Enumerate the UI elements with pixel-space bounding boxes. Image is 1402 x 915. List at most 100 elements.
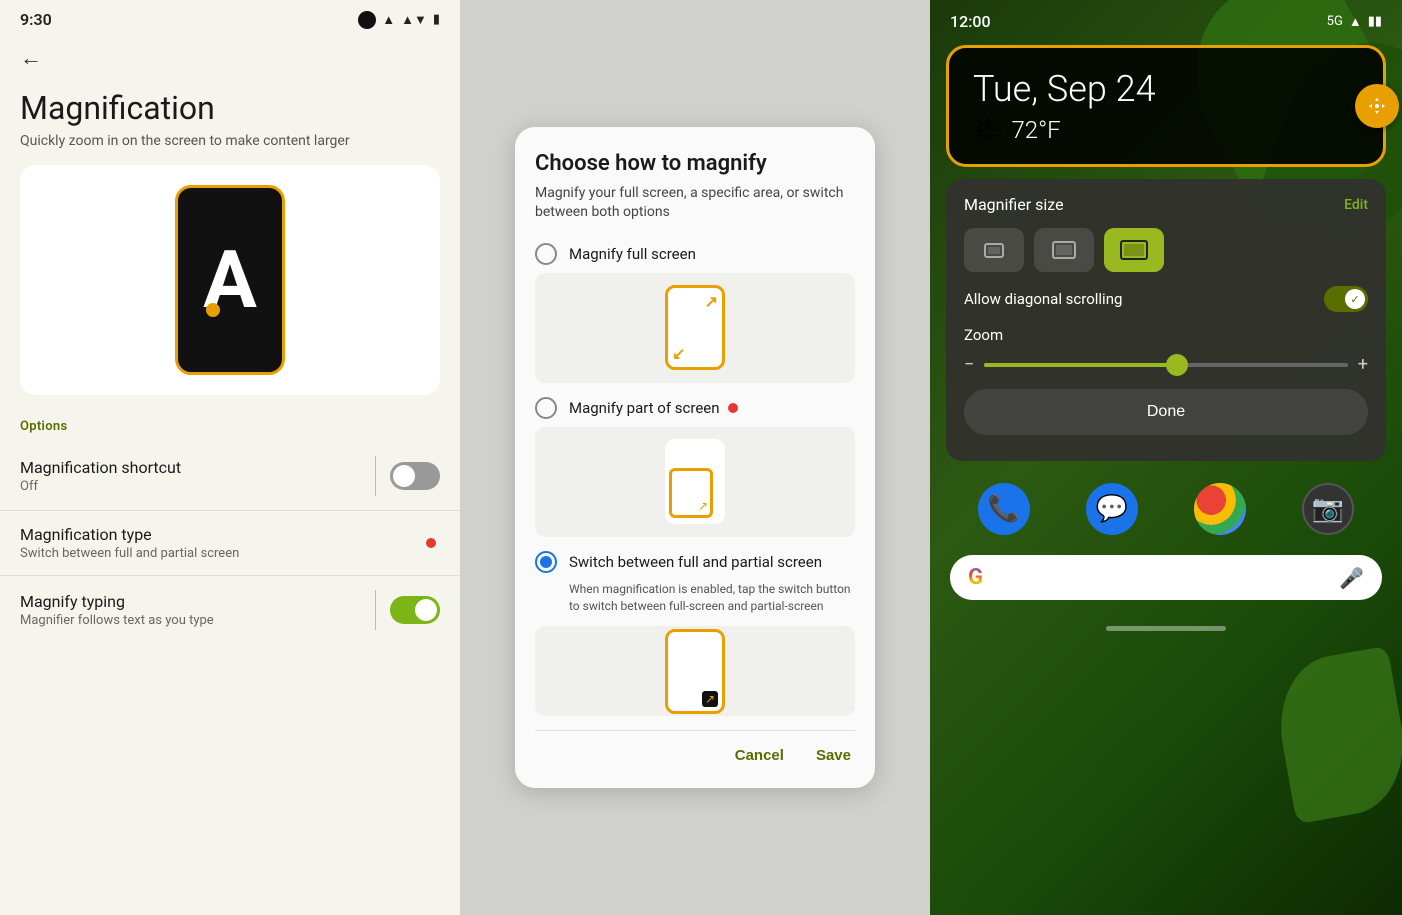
setting-row-type[interactable]: Magnification type Switch between full a…: [0, 510, 460, 575]
size-options: [964, 228, 1368, 272]
toggle-typing[interactable]: [390, 596, 440, 624]
phone-time: 12:00: [950, 12, 991, 31]
setting-text-shortcut: Magnification shortcut Off: [20, 458, 361, 494]
zoom-row: Zoom − +: [964, 326, 1368, 375]
settings-panel: 9:30 ▲ ▲▼ ▮ ← Magnification Quickly zoom…: [0, 0, 460, 915]
magnifier-edit[interactable]: Edit: [1344, 197, 1368, 213]
radio-full[interactable]: [535, 243, 557, 265]
switch-icon: ↗: [702, 691, 718, 707]
size-medium-btn[interactable]: [1034, 228, 1094, 272]
phone-signal-label: 5G: [1327, 14, 1343, 29]
nav-pill: [1106, 626, 1226, 631]
phone-content: 12:00 5G ▲ ▮▮ Tue, Sep 24 🌤 72°F: [930, 0, 1402, 915]
status-bar: 9:30 ▲ ▲▼ ▮: [0, 0, 460, 35]
back-button[interactable]: ←: [0, 35, 460, 81]
clock-date: Tue, Sep 24: [973, 68, 1359, 110]
dialog-subtitle: Magnify your full screen, a specific are…: [535, 184, 855, 223]
phone-wifi-icon: ▲: [1349, 14, 1362, 30]
radio-inner-switch: [540, 556, 552, 568]
radio-switch[interactable]: [535, 551, 557, 573]
check-icon: ✓: [1350, 293, 1359, 306]
clock-temp: 72°F: [1011, 116, 1060, 144]
setting-text-type: Magnification type Switch between full a…: [20, 525, 426, 561]
weather-icon: 🌤: [973, 116, 1003, 144]
options-label: Options: [0, 415, 460, 442]
toggle-shortcut[interactable]: [390, 462, 440, 490]
setting-desc-shortcut: Off: [20, 479, 361, 494]
phone-battery-icon: ▮▮: [1368, 14, 1382, 29]
setting-title-shortcut: Magnification shortcut: [20, 458, 361, 477]
partial-box: ↗: [669, 468, 713, 518]
phone-thumb-partial: ↗: [665, 439, 725, 524]
dock-chrome-icon[interactable]: [1194, 483, 1246, 535]
diagonal-toggle[interactable]: ✓: [1324, 286, 1368, 312]
setting-text-typing: Magnify typing Magnifier follows text as…: [20, 592, 361, 628]
preview-card: A: [20, 165, 440, 395]
google-logo: G: [968, 565, 983, 590]
dialog-title: Choose how to magnify: [535, 151, 855, 176]
size-large-icon: [1120, 240, 1148, 260]
diagonal-row: Allow diagonal scrolling ✓: [964, 286, 1368, 312]
done-button[interactable]: Done: [964, 389, 1368, 435]
phone-thumb-full: ↗ ↙: [665, 285, 725, 370]
save-button[interactable]: Save: [812, 739, 855, 772]
radio-option-full[interactable]: Magnify full screen: [535, 243, 855, 265]
setting-title-typing: Magnify typing: [20, 592, 361, 611]
diagonal-label: Allow diagonal scrolling: [964, 290, 1122, 308]
zoom-fill: [984, 363, 1184, 367]
dialog-panel: Choose how to magnify Magnify your full …: [460, 0, 930, 915]
magnifier-popup: Magnifier size Edit: [946, 179, 1386, 461]
setting-desc-type: Switch between full and partial screen: [20, 546, 426, 561]
setting-row-typing[interactable]: Magnify typing Magnifier follows text as…: [0, 575, 460, 644]
phone-panel: 12:00 5G ▲ ▮▮ Tue, Sep 24 🌤 72°F: [930, 0, 1402, 915]
size-small-btn[interactable]: [964, 228, 1024, 272]
camera-dot: [358, 11, 376, 29]
radio-label-part: Magnify part of screen: [569, 399, 720, 417]
radio-label-full: Magnify full screen: [569, 245, 696, 263]
wifi-icon: ▲: [382, 12, 395, 28]
zoom-plus[interactable]: +: [1358, 354, 1368, 375]
dock-chat-icon[interactable]: 💬: [1086, 483, 1138, 535]
magnifier-fab[interactable]: [1355, 84, 1399, 128]
nav-bar: [930, 616, 1402, 640]
zoom-minus[interactable]: −: [964, 354, 974, 375]
divider-shortcut: [375, 456, 376, 496]
zoom-label: Zoom: [964, 326, 1368, 344]
red-dot-type: [426, 538, 436, 548]
size-medium-icon: [1052, 241, 1076, 259]
dock-phone-icon[interactable]: 📞: [978, 483, 1030, 535]
setting-title-type: Magnification type: [20, 525, 426, 544]
radio-option-part[interactable]: Magnify part of screen: [535, 397, 855, 419]
red-dot-part: [728, 403, 738, 413]
zoom-slider-row: − +: [964, 354, 1368, 375]
size-large-btn[interactable]: [1104, 228, 1164, 272]
mic-icon[interactable]: 🎤: [1339, 566, 1364, 590]
radio-option-switch[interactable]: Switch between full and partial screen: [535, 551, 855, 573]
page-title: Magnification: [0, 81, 460, 131]
cancel-button[interactable]: Cancel: [731, 739, 788, 772]
diagonal-toggle-knob: ✓: [1345, 289, 1365, 309]
option-image-switch: ↗: [535, 626, 855, 716]
expand-arrow-tl: ↗: [705, 292, 718, 311]
move-icon: [1367, 96, 1387, 116]
toggle-knob-typing: [415, 599, 437, 621]
dialog-buttons: Cancel Save: [535, 730, 855, 772]
status-time: 9:30: [20, 10, 52, 29]
phone-preview-image: A: [175, 185, 285, 375]
expand-arrow-partial: ↗: [698, 499, 708, 513]
radio-part[interactable]: [535, 397, 557, 419]
magnifier-header: Magnifier size Edit: [964, 195, 1368, 214]
divider-typing: [375, 590, 376, 630]
zoom-thumb[interactable]: [1166, 354, 1188, 376]
dock-camera-icon[interactable]: 📷: [1302, 483, 1354, 535]
zoom-track[interactable]: [984, 363, 1347, 367]
setting-row-shortcut[interactable]: Magnification shortcut Off: [0, 442, 460, 510]
google-search-bar[interactable]: G 🎤: [950, 555, 1382, 600]
signal-icon: ▲▼: [401, 12, 427, 28]
battery-icon: ▮: [433, 12, 440, 27]
clock-widget: Tue, Sep 24 🌤 72°F: [946, 45, 1386, 167]
clock-weather: 🌤 72°F: [973, 116, 1359, 144]
page-subtitle: Quickly zoom in on the screen to make co…: [0, 131, 460, 165]
phone-status-icons: 5G ▲ ▮▮: [1327, 14, 1382, 30]
phone-thumb-switch: ↗: [665, 629, 725, 714]
